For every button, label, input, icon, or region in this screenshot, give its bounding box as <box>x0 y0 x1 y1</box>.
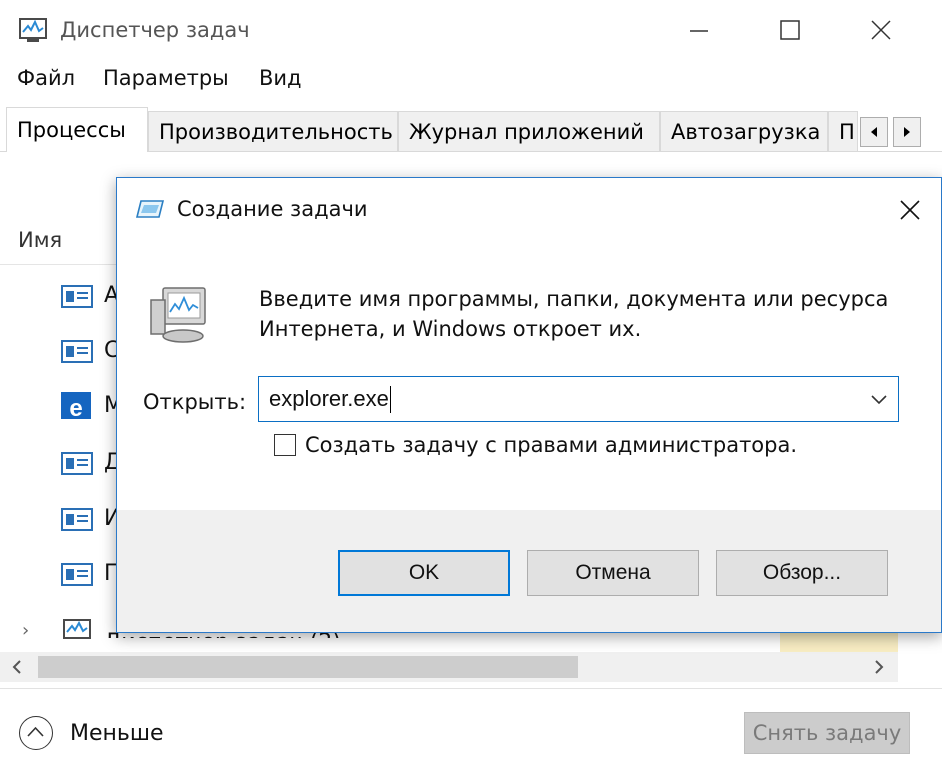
tab-processes[interactable]: Процессы <box>6 107 148 152</box>
admin-checkbox-label[interactable]: Создать задачу с правами администратора. <box>305 433 797 457</box>
task-manager-icon <box>63 619 91 639</box>
close-icon <box>900 200 920 220</box>
fewer-details-button[interactable] <box>19 716 53 750</box>
browse-button[interactable]: Обзор... <box>716 550 888 596</box>
scroll-left-icon[interactable] <box>8 658 26 676</box>
menu-options[interactable]: Параметры <box>103 66 229 90</box>
expand-chevron-icon[interactable]: › <box>22 620 29 641</box>
minimize-icon <box>690 30 708 32</box>
chevron-up-icon <box>27 726 44 737</box>
tab-strip: Процессы Производительность Журнал прило… <box>0 107 942 152</box>
app-window-icon <box>61 508 93 531</box>
divider <box>0 688 942 689</box>
dialog-instructions: Введите имя программы, папки, документа … <box>259 284 909 344</box>
svg-text:e: e <box>69 395 82 419</box>
tab-scroll-right-button[interactable] <box>893 117 921 147</box>
open-label: Открыть: <box>143 390 247 414</box>
open-combobox[interactable] <box>258 376 899 422</box>
text-caret <box>389 386 391 413</box>
end-task-button[interactable]: Снять задачу <box>744 712 910 754</box>
chevron-down-icon[interactable] <box>868 389 890 409</box>
maximize-icon <box>780 20 800 40</box>
instruction-line-1: Введите имя программы, папки, документа … <box>259 287 889 311</box>
tab-startup[interactable]: Автозагрузка <box>660 111 828 151</box>
arrow-left-icon <box>871 127 877 137</box>
admin-checkbox[interactable] <box>274 434 296 456</box>
dialog-button-area: OK Отмена Обзор... <box>117 510 941 632</box>
tab-scroll-left-button[interactable] <box>860 117 888 147</box>
task-manager-titlebar: Диспетчер задач <box>0 0 942 62</box>
tab-performance[interactable]: Производительность <box>148 111 398 151</box>
task-manager-icon <box>19 18 47 42</box>
horizontal-scrollbar[interactable] <box>0 652 898 682</box>
tab-users-partial[interactable]: П <box>828 111 858 151</box>
create-task-dialog: Создание задачи Введите имя программы, п… <box>116 177 942 633</box>
column-header-name[interactable]: Имя <box>18 228 62 252</box>
fewer-details-label[interactable]: Меньше <box>70 721 164 746</box>
app-window-icon <box>61 285 93 308</box>
instruction-line-2: Интернета, и Windows откроет их. <box>259 317 642 341</box>
arrow-right-icon <box>904 127 910 137</box>
dialog-close-button[interactable] <box>892 192 928 228</box>
close-icon <box>871 20 891 40</box>
run-icon <box>135 200 165 218</box>
cpu-usage-cell <box>780 630 898 652</box>
minimize-button[interactable] <box>676 10 722 50</box>
app-window-icon <box>61 340 93 363</box>
dialog-title: Создание задачи <box>177 197 368 221</box>
open-input[interactable] <box>269 383 839 415</box>
menu-bar: Файл Параметры Вид <box>0 66 942 98</box>
edge-icon: e <box>61 392 91 419</box>
close-button[interactable] <box>858 10 904 50</box>
scrollbar-thumb[interactable] <box>38 656 578 678</box>
menu-view[interactable]: Вид <box>259 66 302 90</box>
cancel-button[interactable]: Отмена <box>527 550 699 596</box>
app-window-icon <box>61 563 93 586</box>
scroll-right-icon[interactable] <box>870 658 888 676</box>
window-title: Диспетчер задач <box>60 18 250 42</box>
app-window-icon <box>61 452 93 475</box>
run-computer-icon <box>150 287 206 343</box>
maximize-button[interactable] <box>766 10 812 50</box>
tab-app-history[interactable]: Журнал приложений <box>398 111 660 151</box>
ok-button[interactable]: OK <box>338 550 510 596</box>
menu-file[interactable]: Файл <box>17 66 75 90</box>
